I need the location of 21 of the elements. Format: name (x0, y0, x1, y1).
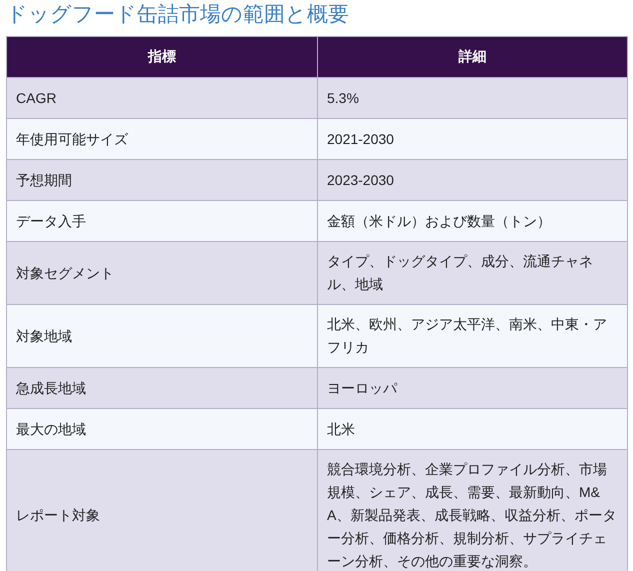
table-cell: 急成長地域 (6, 368, 318, 408)
table-cell: 競合環境分析、企業プロファイル分析、市場規模、シェア、成長、需要、最新動向、M&A、新製品発表、成長戦略、収益分析、ポーター分析、価格分析、規制分析、サプライチェーン分析、その他の重要な洞察。 (318, 450, 628, 571)
table-cell: 5.3% (318, 78, 628, 118)
table-cell: 2021-2030 (318, 118, 628, 160)
table-cell: 金額（米ドル）および数量（トン） (318, 200, 628, 242)
table-cell: 2023-2030 (318, 160, 628, 200)
table-cell: 対象地域 (6, 304, 318, 368)
table-cell: 対象セグメント (6, 242, 318, 304)
table-cell: レポート対象 (6, 450, 318, 571)
table-cell: ヨーロッパ (318, 368, 628, 408)
table-cell: データ入手 (6, 200, 318, 242)
table-cell: 予想期間 (6, 160, 318, 200)
table-cell: CAGR (6, 78, 318, 118)
table-cell: 北米 (318, 408, 628, 450)
table-cell: 最大の地域 (6, 408, 318, 450)
table-cell: 北米、欧州、アジア太平洋、南米、中東・アフリカ (318, 304, 628, 368)
page-title: ドッグフード缶詰市場の範囲と概要 (6, 2, 350, 28)
column-header: 詳細 (318, 36, 628, 78)
table-cell: タイプ、ドッグタイプ、成分、流通チャネル、地域 (318, 242, 628, 304)
table-cell: 年使用可能サイズ (6, 118, 318, 160)
column-header: 指標 (6, 36, 318, 78)
